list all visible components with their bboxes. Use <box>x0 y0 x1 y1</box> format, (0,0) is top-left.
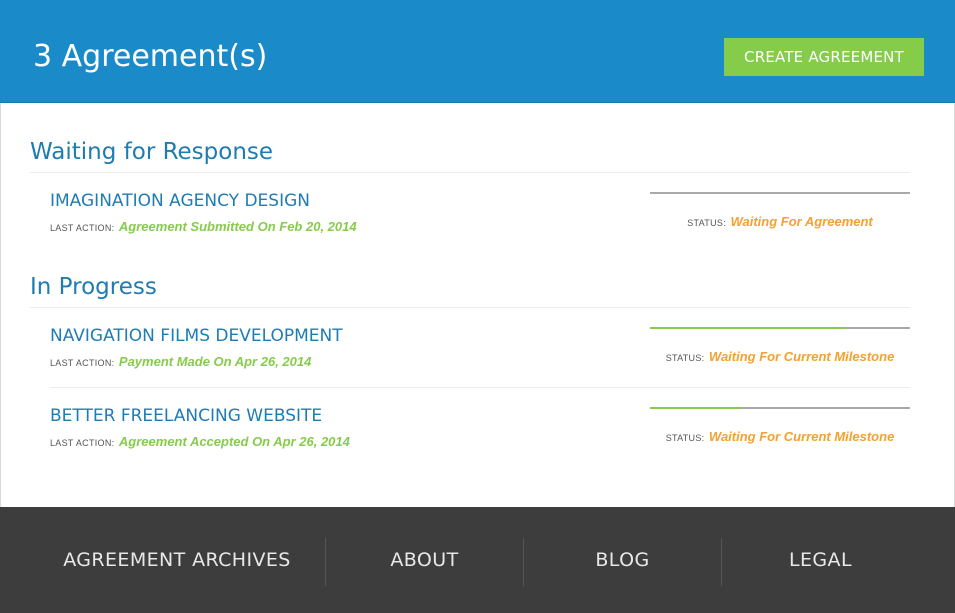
agreement-row: NAVIGATION FILMS DEVELOPMENT LAST ACTION… <box>50 325 910 385</box>
progress-bar <box>650 327 910 329</box>
status: STATUS: Waiting For Agreement <box>650 213 910 231</box>
section-title-waiting-for-response: Waiting for Response <box>30 139 274 165</box>
agreement-name-link[interactable]: IMAGINATION AGENCY DESIGN <box>50 190 310 212</box>
last-action-label: LAST ACTION: <box>50 438 115 448</box>
last-action: LAST ACTION: Agreement Accepted On Apr 2… <box>50 433 350 451</box>
section-title-in-progress: In Progress <box>30 274 157 300</box>
divider <box>30 307 910 308</box>
agreement-row: IMAGINATION AGENCY DESIGN LAST ACTION: A… <box>50 190 910 250</box>
last-action-label: LAST ACTION: <box>50 358 115 368</box>
last-action-value: Payment Made On Apr 26, 2014 <box>118 354 312 369</box>
footer-link-blog[interactable]: BLOG <box>524 507 721 613</box>
status-value: Waiting For Current Milestone <box>708 349 895 364</box>
progress-bar <box>650 407 910 409</box>
create-agreement-button[interactable]: CREATE AGREEMENT <box>724 38 924 76</box>
last-action-label: LAST ACTION: <box>50 223 115 233</box>
status-value: Waiting For Current Milestone <box>708 429 895 444</box>
last-action-value: Agreement Submitted On Feb 20, 2014 <box>118 219 357 234</box>
footer-link-about[interactable]: ABOUT <box>326 507 523 613</box>
status-label: STATUS: <box>665 353 705 363</box>
last-action-value: Agreement Accepted On Apr 26, 2014 <box>118 434 350 449</box>
footer-link-legal[interactable]: LEGAL <box>722 507 919 613</box>
agreements-list: Waiting for Response IMAGINATION AGENCY … <box>0 103 955 507</box>
status: STATUS: Waiting For Current Milestone <box>650 428 910 446</box>
last-action: LAST ACTION: Payment Made On Apr 26, 201… <box>50 353 311 371</box>
progress-fill <box>650 407 741 409</box>
page-title: 3 Agreement(s) <box>33 39 268 74</box>
agreement-name-link[interactable]: BETTER FREELANCING WEBSITE <box>50 405 322 427</box>
footer-link-agreement-archives[interactable]: AGREEMENT ARCHIVES <box>29 507 325 613</box>
status: STATUS: Waiting For Current Milestone <box>650 348 910 366</box>
status-value: Waiting For Agreement <box>730 214 873 229</box>
last-action: LAST ACTION: Agreement Submitted On Feb … <box>50 218 357 236</box>
page-header: 3 Agreement(s) CREATE AGREEMENT <box>0 0 955 103</box>
footer-nav: AGREEMENT ARCHIVES ABOUT BLOG LEGAL <box>0 507 955 613</box>
status-label: STATUS: <box>665 433 705 443</box>
divider <box>50 387 910 388</box>
agreement-row: BETTER FREELANCING WEBSITE LAST ACTION: … <box>50 405 910 465</box>
progress-fill <box>650 327 845 329</box>
progress-bar <box>650 192 910 194</box>
divider <box>30 172 910 173</box>
agreement-name-link[interactable]: NAVIGATION FILMS DEVELOPMENT <box>50 325 343 347</box>
status-label: STATUS: <box>687 218 727 228</box>
